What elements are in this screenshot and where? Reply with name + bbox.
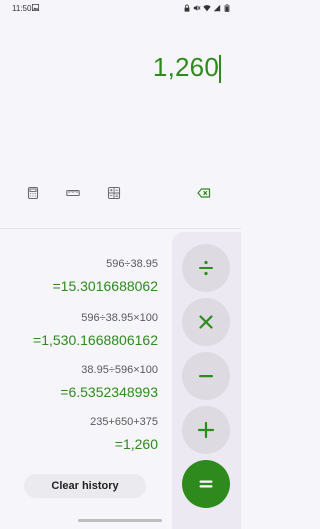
divide-button[interactable] [182,244,230,292]
minus-button[interactable] [182,352,230,400]
mute-icon [193,5,201,11]
minus-icon [199,375,213,378]
history-item[interactable]: 596÷38.95×100 =1,530.1668806162 [33,312,158,348]
backspace-icon[interactable] [197,186,211,200]
history-result: =1,530.1668806162 [33,332,158,348]
battery-icon [224,4,230,12]
clear-history-button[interactable]: Clear history [24,474,146,498]
display-value[interactable]: 1,260 [153,52,219,83]
history-item[interactable]: 38.95÷596×100 =6.5352348993 [60,364,158,400]
gallery-icon [32,4,39,11]
history-result: =15.3016688062 [52,278,159,294]
equals-button[interactable] [182,460,230,508]
history-expression: 235+650+375 [90,416,158,428]
divide-icon [199,260,213,276]
ruler-icon[interactable] [66,186,80,200]
status-icons [183,4,231,12]
history-expression: 38.95÷596×100 [81,364,158,376]
text-cursor [219,55,221,83]
status-time: 11:50 [12,4,32,13]
plus-icon [197,421,215,439]
equals-icon [199,480,213,488]
plus-button[interactable] [182,406,230,454]
history-result: =6.5352348993 [60,384,158,400]
lock-icon [184,4,190,12]
scientific-grid-icon[interactable] [107,186,121,200]
wifi-icon [203,5,211,12]
tool-row [0,186,241,206]
multiply-icon [199,315,213,329]
history-expression: 596÷38.95×100 [81,312,158,324]
display-panel: 1,260 [0,18,241,178]
history-item[interactable]: 596÷38.95 =15.3016688062 [53,258,159,294]
history-item[interactable]: 235+650+375 =1,260 [90,416,158,452]
history-result: =1,260 [114,436,158,452]
status-bar: 11:50 [0,0,241,18]
signal-icon [213,4,221,12]
history-expression: 596÷38.95 [106,258,158,270]
multiply-button[interactable] [182,298,230,346]
calculator-icon[interactable] [26,186,40,200]
gesture-bar[interactable] [78,519,162,522]
